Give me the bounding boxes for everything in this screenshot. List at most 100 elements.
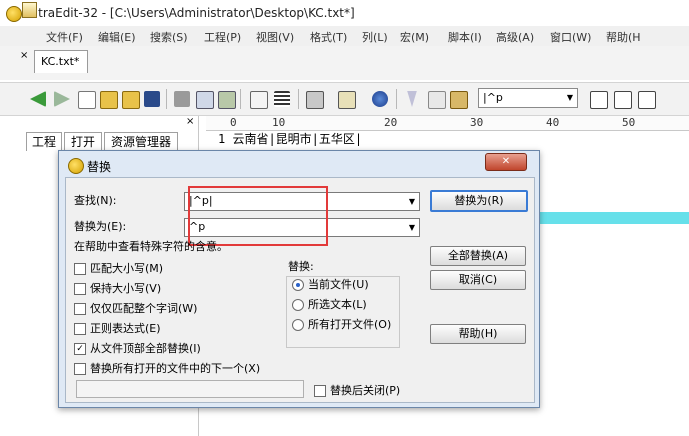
replace-dialog: 替换 ✕ 查找(N): |^p| ▼ 替换为(E): ^p ▼ 在帮助中查看特殊… xyxy=(58,150,540,408)
checkbox-box xyxy=(74,323,86,335)
menu-view[interactable]: 视图(V) xyxy=(256,29,294,45)
close-button[interactable]: ✕ xyxy=(485,153,527,171)
tab-project[interactable]: 工程 xyxy=(26,132,62,151)
page-icon[interactable] xyxy=(250,91,268,109)
outline-icon[interactable] xyxy=(614,91,632,109)
checkbox-label: 替换后关闭(P) xyxy=(330,384,401,397)
replace-all-button[interactable]: 全部替换(A) xyxy=(430,246,526,266)
editor-line[interactable]: 1 云南省|昆明市|五华区| xyxy=(218,130,362,147)
scope-current-file-radio[interactable]: 当前文件(U) xyxy=(292,276,369,292)
list-icon[interactable] xyxy=(590,91,608,109)
help-button[interactable]: 帮助(H) xyxy=(430,324,526,344)
regex-checkbox[interactable]: 正则表达式(E) xyxy=(74,320,161,336)
tab-open[interactable]: 打开 xyxy=(64,132,102,151)
ultraedit-app-icon xyxy=(68,158,84,174)
radio-dot xyxy=(292,279,304,291)
menu-script[interactable]: 脚本(I) xyxy=(448,29,482,45)
ruler-mark: 40 xyxy=(546,116,560,129)
chevron-down-icon[interactable]: ▼ xyxy=(405,193,419,210)
quick-search-combo[interactable]: |^p ▼ xyxy=(478,88,578,108)
file-tab-bar xyxy=(0,46,689,80)
web-icon[interactable] xyxy=(372,91,388,107)
menu-edit[interactable]: 编辑(E) xyxy=(98,29,136,45)
radio-label: 当前文件(U) xyxy=(308,278,369,291)
scope-all-open-files-radio[interactable]: 所有打开文件(O) xyxy=(292,316,391,332)
column-mode-icon[interactable] xyxy=(306,91,324,109)
radio-dot xyxy=(292,319,304,331)
print-icon[interactable] xyxy=(174,91,190,107)
paste-icon[interactable] xyxy=(450,91,468,109)
radio-label: 所有打开文件(O) xyxy=(308,318,392,331)
highlight-box xyxy=(188,186,328,246)
menu-project[interactable]: 工程(P) xyxy=(204,29,241,45)
check-icon: ✓ xyxy=(74,343,86,355)
chevron-down-icon[interactable]: ▼ xyxy=(405,219,419,236)
menu-file[interactable]: 文件(F) xyxy=(46,29,83,45)
replace-with-button[interactable]: 替换为(R) xyxy=(430,190,528,212)
document-icon xyxy=(22,2,37,18)
checkbox-box xyxy=(74,363,86,375)
new-file-icon[interactable] xyxy=(78,91,96,109)
preserve-case-checkbox[interactable]: 保持大小写(V) xyxy=(74,280,161,296)
checkbox-label: 匹配大小写(M) xyxy=(90,262,164,275)
hex-icon[interactable] xyxy=(338,91,356,109)
forward-arrow-icon[interactable] xyxy=(54,91,70,107)
toolbar xyxy=(0,82,689,116)
ultraedit-app-icon xyxy=(6,6,22,22)
checkbox-box xyxy=(74,283,86,295)
copy-icon[interactable] xyxy=(428,91,446,109)
status-field xyxy=(76,380,304,398)
menu-window[interactable]: 窗口(W) xyxy=(550,29,591,45)
checkbox-label: 替换所有打开的文件中的下一个(X) xyxy=(90,362,261,375)
menu-help[interactable]: 帮助(H xyxy=(606,29,641,45)
quick-search-value: |^p xyxy=(483,91,503,104)
menu-column[interactable]: 列(L) xyxy=(362,29,388,45)
word-wrap-icon[interactable] xyxy=(274,91,290,107)
checkbox-label: 从文件顶部全部替换(I) xyxy=(90,342,201,355)
ruler-mark: 0 xyxy=(230,116,237,129)
image-icon[interactable] xyxy=(218,91,236,109)
chevron-down-icon[interactable]: ▼ xyxy=(563,89,577,107)
window-title: UltraEdit-32 - [C:\Users\Administrator\D… xyxy=(26,6,355,20)
back-arrow-icon[interactable] xyxy=(30,91,46,107)
column-ruler: 0 10 20 30 40 50 xyxy=(206,116,689,131)
whole-word-checkbox[interactable]: 仅仅匹配整个字词(W) xyxy=(74,300,197,316)
menu-format[interactable]: 格式(T) xyxy=(310,29,347,45)
checkbox-box xyxy=(314,385,326,397)
cancel-button[interactable]: 取消(C) xyxy=(430,270,526,290)
tab-explorer[interactable]: 资源管理器 xyxy=(104,132,178,151)
replace-all-from-top-checkbox[interactable]: ✓ 从文件顶部全部替换(I) xyxy=(74,340,201,356)
open-folder-icon[interactable] xyxy=(100,91,118,109)
dialog-title: 替换 xyxy=(87,160,112,174)
scope-title: 替换: xyxy=(288,260,314,273)
tab-kc-txt[interactable]: KC.txt* xyxy=(34,50,88,73)
replace-label: 替换为(E): xyxy=(74,220,127,233)
radio-label: 所选文本(L) xyxy=(308,298,367,311)
match-case-checkbox[interactable]: 匹配大小写(M) xyxy=(74,260,163,276)
scope-selection-radio[interactable]: 所选文本(L) xyxy=(292,296,367,312)
find-label: 查找(N): xyxy=(74,194,117,207)
close-icon[interactable]: × xyxy=(186,116,194,127)
checkbox-label: 正则表达式(E) xyxy=(90,322,161,335)
close-folder-icon[interactable] xyxy=(122,91,140,109)
tab-label: KC.txt* xyxy=(41,55,80,68)
radio-dot xyxy=(292,299,304,311)
ruler-mark: 20 xyxy=(384,116,398,129)
cut-icon[interactable] xyxy=(407,91,417,107)
menu-advanced[interactable]: 高级(A) xyxy=(496,29,534,45)
dialog-body: 查找(N): |^p| ▼ 替换为(E): ^p ▼ 在帮助中查看特殊字符的含意… xyxy=(65,177,535,403)
function-list-icon[interactable] xyxy=(638,91,656,109)
checkbox-box xyxy=(74,263,86,275)
checkbox-label: 仅仅匹配整个字词(W) xyxy=(90,302,198,315)
replace-in-all-open-files-checkbox[interactable]: 替换所有打开的文件中的下一个(X) xyxy=(74,360,260,376)
save-icon[interactable] xyxy=(144,91,160,107)
print-preview-icon[interactable] xyxy=(196,91,214,109)
ruler-mark: 10 xyxy=(272,116,286,129)
close-after-replace-checkbox[interactable]: 替换后关闭(P) xyxy=(314,382,400,398)
line-highlight xyxy=(533,212,689,224)
menu-search[interactable]: 搜索(S) xyxy=(150,29,188,45)
menu-macro[interactable]: 宏(M) xyxy=(400,29,429,45)
ruler-mark: 30 xyxy=(470,116,484,129)
close-icon[interactable]: × xyxy=(20,50,28,61)
checkbox-label: 保持大小写(V) xyxy=(90,282,162,295)
